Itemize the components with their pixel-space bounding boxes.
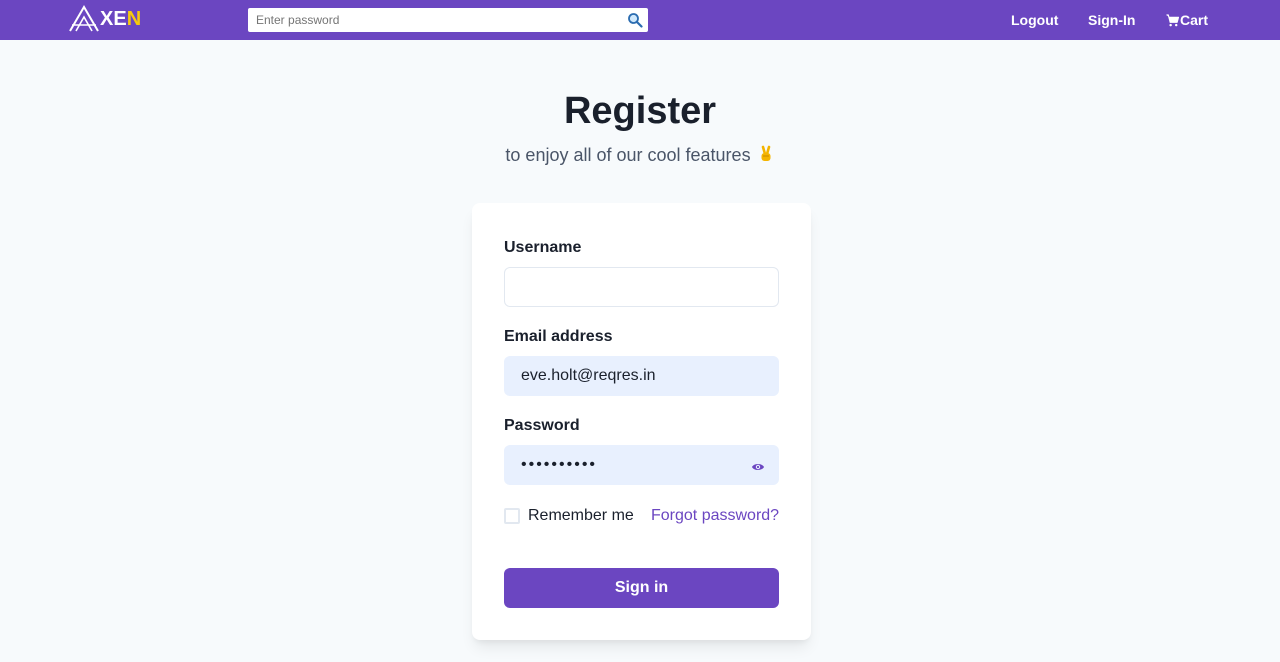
page-title: Register (563, 90, 717, 132)
search-input[interactable] (248, 9, 618, 31)
password-label: Password (504, 417, 580, 434)
eye-icon[interactable] (751, 460, 765, 474)
email-label: Email address (504, 328, 613, 345)
logout-link[interactable]: Logout (1011, 12, 1058, 28)
remember-me-checkbox[interactable] (504, 508, 520, 524)
top-navbar: XEN Logout Sign-In Cart (0, 0, 1280, 40)
page-subtitle: to enjoy all of our cool features (0, 145, 1280, 166)
forgot-password-link[interactable]: Forgot password? (651, 507, 779, 525)
password-field[interactable] (504, 445, 779, 485)
logo-mark-icon (69, 5, 99, 32)
remember-me-label[interactable]: Remember me (528, 507, 634, 525)
cart-label: Cart (1180, 12, 1209, 28)
logo-text: XEN (100, 7, 142, 30)
cart-icon (1166, 13, 1179, 26)
brand-logo[interactable]: XEN (68, 5, 141, 33)
victory-hand-icon (761, 145, 771, 161)
cart-link[interactable]: Cart (1166, 12, 1208, 28)
register-card: Username Email address Password Remember… (472, 203, 811, 640)
username-field[interactable] (504, 267, 779, 307)
search-bar (248, 8, 648, 32)
sign-in-button[interactable]: Sign in (504, 568, 779, 608)
email-field[interactable] (504, 356, 779, 396)
remember-me-group: Remember me (504, 507, 634, 525)
search-icon[interactable] (627, 12, 643, 28)
signin-link[interactable]: Sign-In (1088, 12, 1135, 28)
username-label: Username (504, 239, 582, 256)
